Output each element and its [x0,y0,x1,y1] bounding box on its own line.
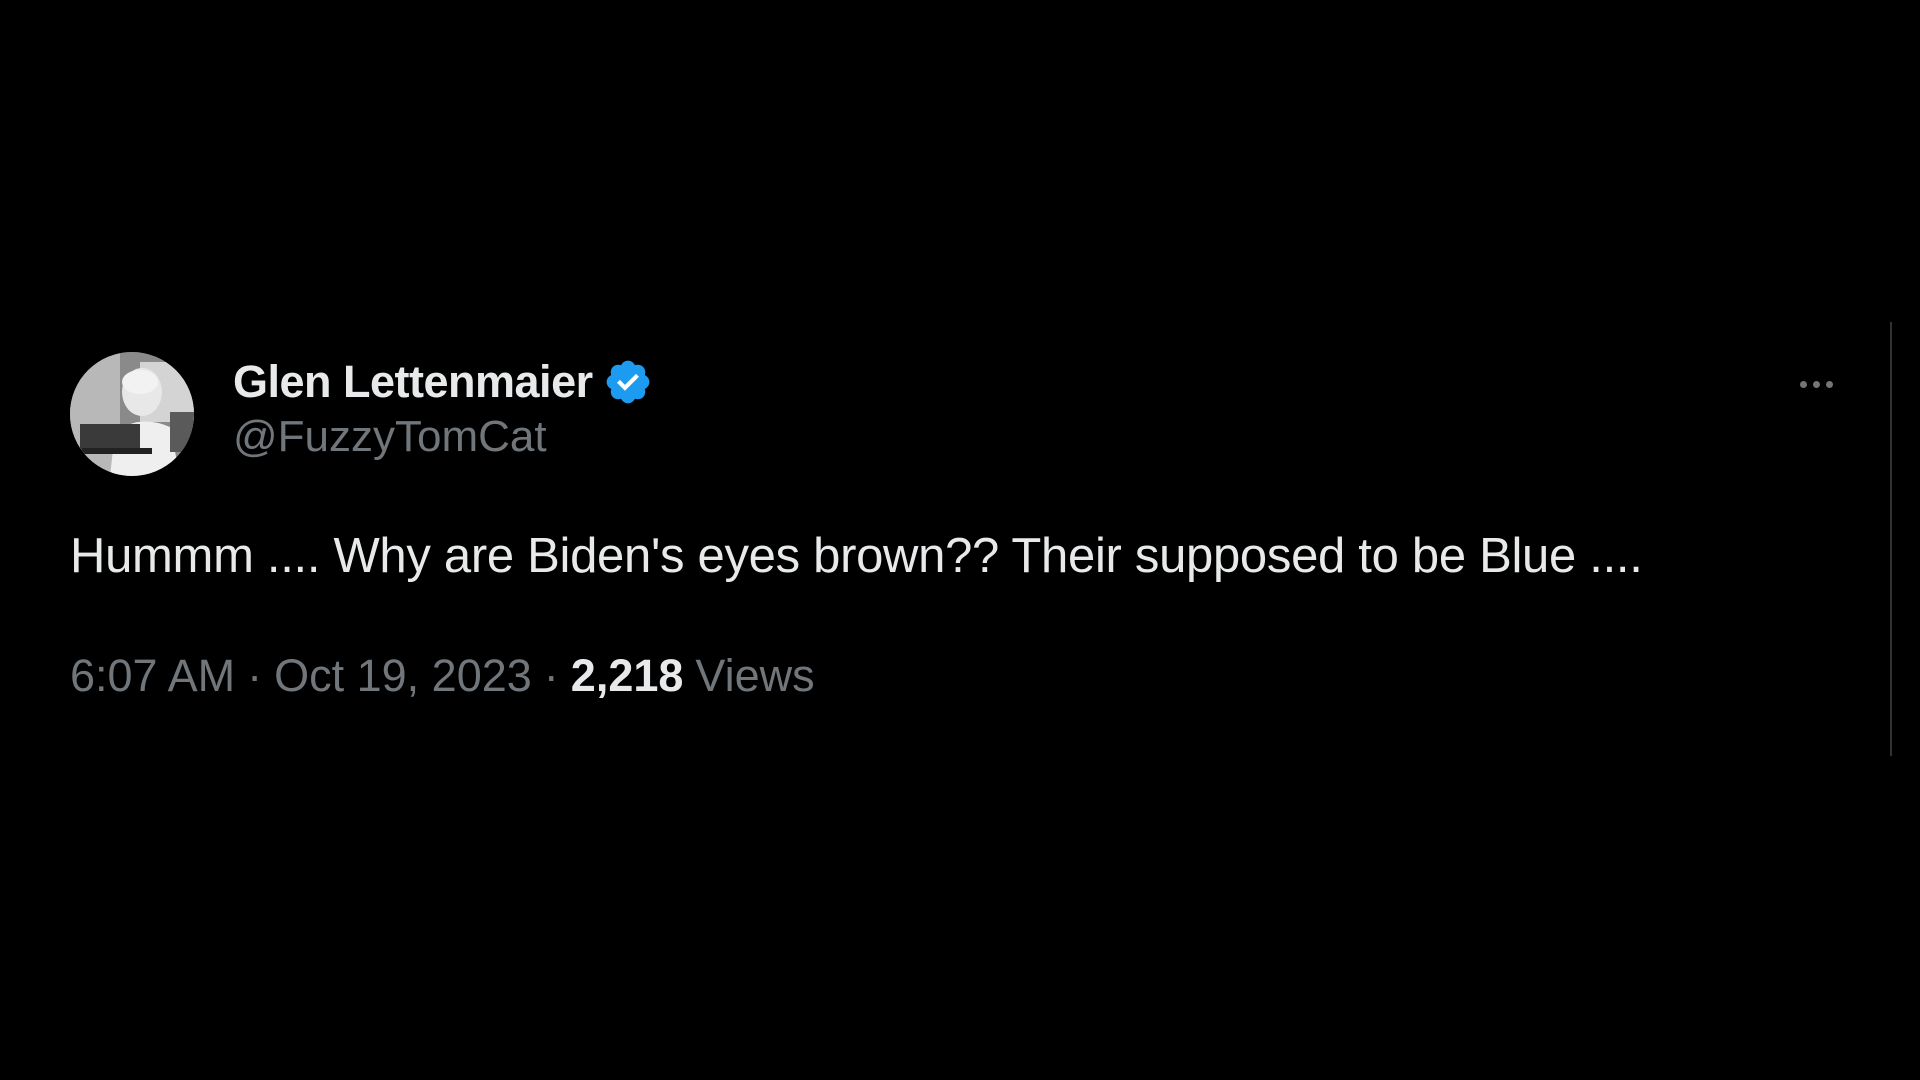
tweet-time[interactable]: 6:07 AM [70,650,235,702]
tweet-date[interactable]: Oct 19, 2023 [274,650,532,702]
author-handle[interactable]: @FuzzyTomCat [233,412,653,462]
more-horizontal-icon-dot [1812,380,1820,388]
tweet-text: Hummm .... Why are Biden's eyes brown?? … [70,529,1643,583]
author-block: Glen Lettenmaier @FuzzyTomCat [233,354,653,462]
meta-separator: · [247,650,263,701]
avatar[interactable] [70,352,194,476]
tweet-meta: 6:07 AM · Oct 19, 2023 · 2,218 Views [70,650,815,702]
more-horizontal-icon-dot [1825,380,1833,388]
tweet-card[interactable]: Glen Lettenmaier @FuzzyTomCat Hummm ....… [70,352,1870,701]
timeline-divider [1890,322,1892,756]
more-options-button[interactable] [1786,364,1846,404]
verified-badge-icon[interactable] [603,357,653,407]
author-display-name[interactable]: Glen Lettenmaier [233,356,593,408]
meta-separator: · [543,650,559,701]
views-count[interactable]: 2,218 [571,650,684,702]
more-horizontal-icon [1799,380,1807,388]
author-name-row: Glen Lettenmaier [233,354,653,410]
views-label[interactable]: Views [695,650,814,702]
